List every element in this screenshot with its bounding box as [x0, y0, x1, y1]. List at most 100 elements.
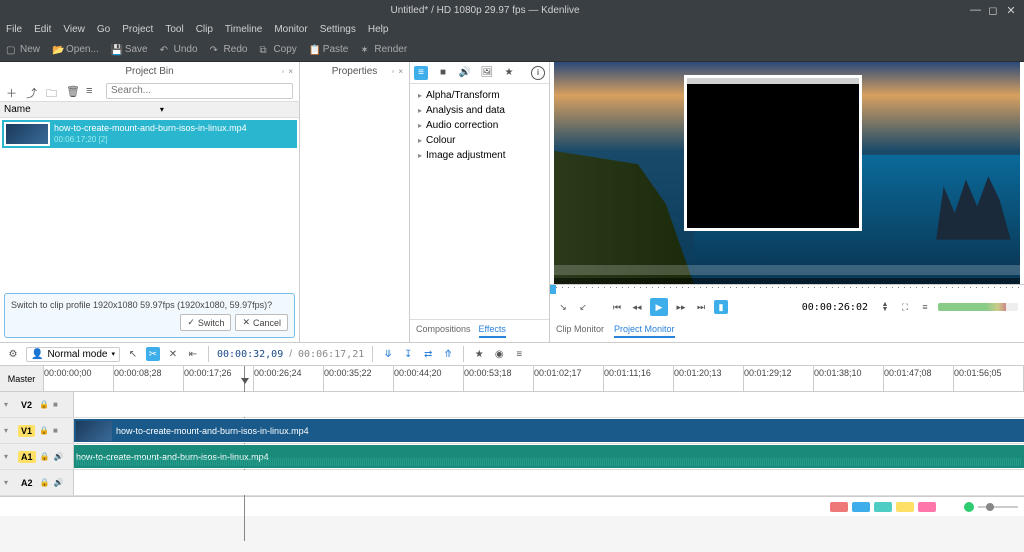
tool-spacer-icon[interactable]: ✕: [166, 347, 180, 361]
add-clip-icon[interactable]: ＋▾: [6, 85, 18, 97]
tool-razor-icon[interactable]: ✂: [146, 347, 160, 361]
status-color-5[interactable]: [918, 502, 936, 512]
menu-view[interactable]: View: [63, 24, 85, 35]
video-icon[interactable]: ■: [53, 426, 63, 436]
track-body[interactable]: [74, 392, 1024, 417]
track-body[interactable]: how-to-create-mount-and-burn-isos-in-lin…: [74, 444, 1024, 469]
tab-compositions[interactable]: Compositions: [416, 324, 471, 338]
step-fwd-icon[interactable]: ▸▸: [674, 300, 688, 314]
lock-icon[interactable]: 🔒: [40, 452, 50, 462]
list-view-icon[interactable]: ≡: [86, 85, 98, 97]
bin-clip-item[interactable]: how-to-create-mount-and-burn-isos-in-lin…: [2, 120, 297, 148]
panel-close-icon[interactable]: ×: [398, 67, 403, 76]
forward-icon[interactable]: ⏭: [694, 300, 708, 314]
minimize-icon[interactable]: —: [970, 4, 980, 17]
tool-skip-icon[interactable]: ⇤: [186, 347, 200, 361]
tab-effects[interactable]: Effects: [479, 324, 506, 338]
effects-fav-icon[interactable]: ★: [502, 66, 516, 80]
speaker-icon[interactable]: 🔊: [54, 452, 64, 462]
effect-category[interactable]: Colour: [410, 133, 549, 148]
master-track-button[interactable]: Master: [0, 366, 44, 392]
menu-edit[interactable]: Edit: [34, 24, 51, 35]
lock-icon[interactable]: 🔒: [39, 426, 49, 436]
column-sort-icon[interactable]: ▾: [160, 105, 170, 114]
timeline-clip-audio[interactable]: how-to-create-mount-and-burn-isos-in-lin…: [74, 445, 1024, 468]
close-icon[interactable]: ✕: [1006, 4, 1016, 17]
zone-button[interactable]: ▮: [714, 300, 728, 314]
extract-icon[interactable]: ⤊: [441, 347, 455, 361]
timeline-settings-icon[interactable]: ⚙: [6, 347, 20, 361]
maximize-icon[interactable]: ◻: [988, 4, 998, 17]
tab-clip-monitor[interactable]: Clip Monitor: [556, 324, 604, 338]
monitor-ruler[interactable]: [550, 284, 1024, 294]
effect-category[interactable]: Image adjustment: [410, 148, 549, 163]
panel-close-icon[interactable]: ×: [288, 67, 293, 76]
chevron-down-icon[interactable]: ▾: [4, 452, 14, 462]
menu-clip[interactable]: Clip: [196, 24, 213, 35]
zone-in-icon[interactable]: ⤋: [381, 347, 395, 361]
status-color-2[interactable]: [852, 502, 870, 512]
menu-tool[interactable]: Tool: [165, 24, 183, 35]
effects-audio-icon[interactable]: 🔊: [458, 66, 472, 80]
panel-float-icon[interactable]: ◦: [281, 67, 284, 76]
menu-monitor[interactable]: Monitor: [274, 24, 307, 35]
delete-icon[interactable]: 🗑: [66, 85, 78, 97]
bin-column-name[interactable]: Name: [4, 104, 31, 115]
zoom-slider[interactable]: [978, 506, 1018, 508]
effects-video-icon[interactable]: ■: [436, 66, 450, 80]
menu-file[interactable]: File: [6, 24, 22, 35]
monitor-timecode[interactable]: 00:00:26:02: [798, 302, 872, 313]
set-in-icon[interactable]: ↘: [556, 300, 570, 314]
effects-image-icon[interactable]: 🖼: [480, 66, 494, 80]
menu-help[interactable]: Help: [368, 24, 389, 35]
preview-render-icon[interactable]: ◉: [492, 347, 506, 361]
undo-button[interactable]: ↶Undo: [160, 44, 198, 55]
render-button[interactable]: ✶Render: [360, 44, 407, 55]
effect-category[interactable]: Analysis and data: [410, 103, 549, 118]
menu-timeline[interactable]: Timeline: [225, 24, 262, 35]
step-back-icon[interactable]: ◂◂: [630, 300, 644, 314]
save-button[interactable]: 💾Save: [111, 44, 148, 55]
switch-button[interactable]: ✓Switch: [180, 314, 231, 331]
open-button[interactable]: 📂Open...: [52, 44, 99, 55]
status-color-4[interactable]: [896, 502, 914, 512]
set-out-icon[interactable]: ↙: [576, 300, 590, 314]
chevron-down-icon[interactable]: ▾: [4, 478, 14, 488]
cancel-button[interactable]: ✕Cancel: [235, 314, 288, 331]
menu-project[interactable]: Project: [122, 24, 153, 35]
upload-icon[interactable]: ⤴: [26, 85, 38, 97]
monitor-menu-icon[interactable]: ≡: [918, 300, 932, 314]
video-icon[interactable]: ■: [53, 400, 63, 410]
play-button[interactable]: ▶: [650, 298, 668, 316]
chevron-down-icon[interactable]: ▾: [4, 426, 14, 436]
edit-mode-select[interactable]: 👤Normal mode▾: [26, 347, 120, 362]
monitor-viewport[interactable]: [554, 62, 1020, 284]
new-button[interactable]: ▢New: [6, 44, 40, 55]
effect-category[interactable]: Audio correction: [410, 118, 549, 133]
lock-icon[interactable]: 🔒: [40, 478, 50, 488]
favorite-icon[interactable]: ★: [472, 347, 486, 361]
menu-go[interactable]: Go: [97, 24, 110, 35]
effects-main-icon[interactable]: ≡: [414, 66, 428, 80]
timecode-up-icon[interactable]: ▲▼: [878, 300, 892, 314]
menu-settings[interactable]: Settings: [320, 24, 356, 35]
effects-info-icon[interactable]: i: [531, 66, 545, 80]
insert-icon[interactable]: ↧: [401, 347, 415, 361]
status-color-3[interactable]: [874, 502, 892, 512]
track-body[interactable]: how-to-create-mount-and-burn-isos-in-lin…: [74, 418, 1024, 443]
timeline-ruler[interactable]: 00:00:00;00 00:00:08;28 00:00:17;26 00:0…: [44, 366, 1024, 392]
effect-category[interactable]: Alpha/Transform: [410, 88, 549, 103]
panel-float-icon[interactable]: ◦: [391, 67, 394, 76]
fullscreen-icon[interactable]: ⛶: [898, 300, 912, 314]
speaker-icon[interactable]: 🔊: [54, 478, 64, 488]
lock-icon[interactable]: 🔒: [39, 400, 49, 410]
redo-button[interactable]: ↷Redo: [210, 44, 248, 55]
copy-button[interactable]: ⧉Copy: [259, 44, 296, 55]
tab-project-monitor[interactable]: Project Monitor: [614, 324, 675, 338]
rewind-icon[interactable]: ⏮: [610, 300, 624, 314]
folder-icon[interactable]: 🗀: [46, 85, 58, 97]
timeline-list-icon[interactable]: ≡: [512, 347, 526, 361]
chevron-down-icon[interactable]: ▾: [4, 400, 14, 410]
status-color-1[interactable]: [830, 502, 848, 512]
track-body[interactable]: [74, 470, 1024, 495]
